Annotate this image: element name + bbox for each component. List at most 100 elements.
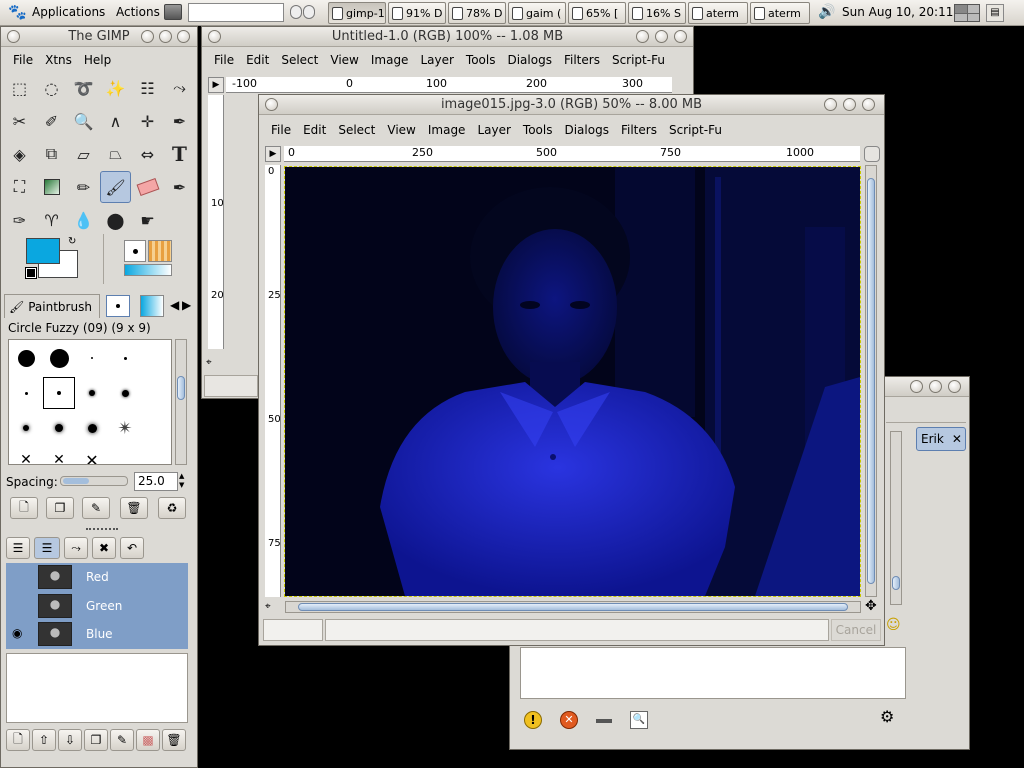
minimize-button[interactable] — [910, 380, 923, 393]
tab-paths[interactable]: ⤳ — [64, 537, 88, 559]
image-canvas[interactable] — [284, 166, 861, 597]
pencil-icon[interactable]: ✏ — [68, 171, 99, 203]
menu-view[interactable]: View — [324, 53, 364, 67]
spacing-input[interactable]: 25.0 — [134, 472, 178, 491]
duplicate-channel-button[interactable]: ❐ — [84, 729, 108, 751]
menu-edit[interactable]: Edit — [297, 123, 332, 137]
close-tab-icon[interactable]: ✕ — [952, 432, 962, 446]
slider-thumb[interactable] — [63, 478, 89, 484]
brush-item[interactable] — [76, 342, 108, 374]
vertical-scrollbar[interactable] — [865, 165, 877, 597]
list-item[interactable]: Red — [6, 563, 188, 591]
brush-item[interactable] — [43, 342, 75, 374]
quick-mask-menu-button[interactable]: ▶ — [208, 77, 224, 93]
ellipse-select-icon[interactable]: ◌ — [36, 72, 67, 104]
task-button[interactable]: gaim ( — [508, 2, 566, 24]
horizontal-scrollbar[interactable] — [285, 601, 861, 613]
scrollbar-thumb[interactable] — [867, 178, 875, 584]
menu-tools[interactable]: Tools — [517, 123, 559, 137]
toolbox-titlebar[interactable]: The GIMP — [1, 27, 197, 47]
brush-scrollbar[interactable] — [175, 339, 187, 465]
active-pattern-preview[interactable] — [148, 240, 172, 262]
new-brush-button[interactable]: 🗋 — [10, 497, 38, 519]
smudge-icon[interactable]: ☛ — [132, 204, 163, 236]
applications-menu[interactable]: Applications — [32, 5, 105, 19]
rect-select-icon[interactable]: ⬚ — [4, 72, 35, 104]
zoom-toggle-button[interactable] — [864, 146, 880, 162]
workspace[interactable] — [967, 13, 979, 21]
menu-edit[interactable]: Edit — [240, 53, 275, 67]
lower-channel-button[interactable]: ⇩ — [58, 729, 82, 751]
perspective-icon[interactable]: ▱ — [68, 138, 99, 170]
maximize-button[interactable] — [929, 380, 942, 393]
tab-scroll-left-icon[interactable]: ◀ — [170, 298, 179, 312]
window-list-icon[interactable]: ▤ — [986, 4, 1004, 22]
scissors-icon[interactable]: ✂ — [4, 105, 35, 137]
scale-icon[interactable]: ⧉ — [36, 138, 67, 170]
flip-icon[interactable]: ⇔ — [132, 138, 163, 170]
spacing-slider[interactable] — [60, 476, 128, 486]
vertical-ruler[interactable]: 100 200 — [208, 95, 224, 349]
ink-icon[interactable]: ✑ — [4, 204, 35, 236]
airbrush-icon[interactable]: ✒ — [164, 171, 195, 203]
applet-icon[interactable] — [303, 5, 315, 19]
default-colors-icon[interactable] — [25, 267, 37, 279]
measure-icon[interactable]: ∧ — [100, 105, 131, 137]
brush-item[interactable] — [10, 412, 42, 444]
transform-icon[interactable]: ◈ — [4, 138, 35, 170]
menu-xtns[interactable]: Xtns — [39, 53, 78, 67]
menu-view[interactable]: View — [381, 123, 421, 137]
tab-channels[interactable]: ☰ — [34, 537, 60, 559]
brush-item[interactable]: ✕ — [43, 444, 75, 464]
shear-icon[interactable]: ⏢ — [100, 138, 131, 170]
color-select-icon[interactable]: ☷ — [132, 72, 163, 104]
move-canvas-icon[interactable]: ✥ — [865, 598, 877, 614]
maximize-button[interactable] — [159, 30, 172, 43]
chat-scrollbar[interactable] — [890, 431, 902, 605]
workspace[interactable] — [967, 5, 979, 13]
menu-layer[interactable]: Layer — [414, 53, 459, 67]
tab-document[interactable]: ✖ — [92, 537, 116, 559]
menu-help[interactable]: Help — [78, 53, 117, 67]
actions-menu[interactable]: Actions — [116, 5, 160, 19]
menu-file[interactable]: File — [7, 53, 39, 67]
menu-select[interactable]: Select — [332, 123, 381, 137]
horizontal-ruler[interactable]: -100 0 100 200 300 — [226, 77, 672, 93]
clock[interactable]: Sun Aug 10, 20:11 — [842, 5, 953, 19]
brush-item[interactable] — [10, 377, 42, 409]
task-button[interactable]: gimp-1 — [328, 2, 386, 24]
maximize-button[interactable] — [655, 30, 668, 43]
volume-icon[interactable]: 🔊 — [818, 4, 835, 20]
tab-scroll-right-icon[interactable]: ▶ — [182, 298, 191, 312]
command-input[interactable] — [188, 3, 284, 22]
menu-dialogs[interactable]: Dialogs — [558, 123, 614, 137]
menu-script-fu[interactable]: Script-Fu — [663, 123, 728, 137]
menu-image[interactable]: Image — [365, 53, 415, 67]
task-button[interactable]: 16% S — [628, 2, 686, 24]
magnify-icon[interactable]: 🔍 — [68, 105, 99, 137]
minimize-button[interactable] — [141, 30, 154, 43]
workspace[interactable] — [955, 13, 967, 21]
color-picker-icon[interactable]: ✐ — [36, 105, 67, 137]
tab-gradients[interactable] — [140, 295, 164, 317]
active-brush-preview[interactable] — [124, 240, 146, 262]
chat-tab[interactable]: Erik ✕ — [916, 427, 966, 451]
brush-item[interactable] — [10, 342, 42, 374]
paths-icon[interactable]: ⤳ — [164, 72, 195, 104]
vertical-ruler[interactable]: 0 250 500 750 — [265, 165, 281, 597]
foreground-color-swatch[interactable] — [26, 238, 60, 264]
smiley-icon[interactable]: ☺ — [886, 617, 901, 633]
terminal-launcher-icon[interactable] — [164, 4, 182, 20]
tab-tool-options[interactable]: 🖌 Paintbrush — [4, 294, 100, 318]
scrollbar-thumb[interactable] — [298, 603, 848, 611]
maximize-button[interactable] — [843, 98, 856, 111]
task-button[interactable]: 78% D — [448, 2, 506, 24]
close-button[interactable] — [862, 98, 875, 111]
task-button[interactable]: aterm — [688, 2, 748, 24]
gnome-foot-icon[interactable]: 🐾 — [8, 3, 27, 21]
delete-brush-button[interactable]: 🗑 — [120, 497, 148, 519]
close-button[interactable] — [948, 380, 961, 393]
menu-file[interactable]: File — [265, 123, 297, 137]
menu-script-fu[interactable]: Script-Fu — [606, 53, 671, 67]
edit-brush-button[interactable]: ✎ — [82, 497, 110, 519]
